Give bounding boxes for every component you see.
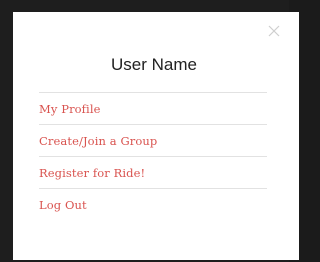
- create-join-group-link[interactable]: Create/Join a Group: [39, 134, 157, 148]
- menu-item-register-ride[interactable]: Register for Ride!: [39, 157, 267, 189]
- menu-item-my-profile[interactable]: My Profile: [39, 93, 267, 125]
- register-ride-link[interactable]: Register for Ride!: [39, 166, 145, 180]
- user-menu-modal: User Name My Profile Create/Join a Group…: [13, 12, 299, 260]
- menu-item-log-out[interactable]: Log Out: [39, 189, 267, 221]
- menu-item-create-join-group[interactable]: Create/Join a Group: [39, 125, 267, 157]
- close-icon: [268, 25, 280, 37]
- user-menu-list: My Profile Create/Join a Group Register …: [39, 93, 267, 221]
- my-profile-link[interactable]: My Profile: [39, 102, 101, 116]
- close-button[interactable]: [267, 24, 283, 40]
- log-out-link[interactable]: Log Out: [39, 198, 87, 212]
- user-name-title: User Name: [111, 55, 197, 74]
